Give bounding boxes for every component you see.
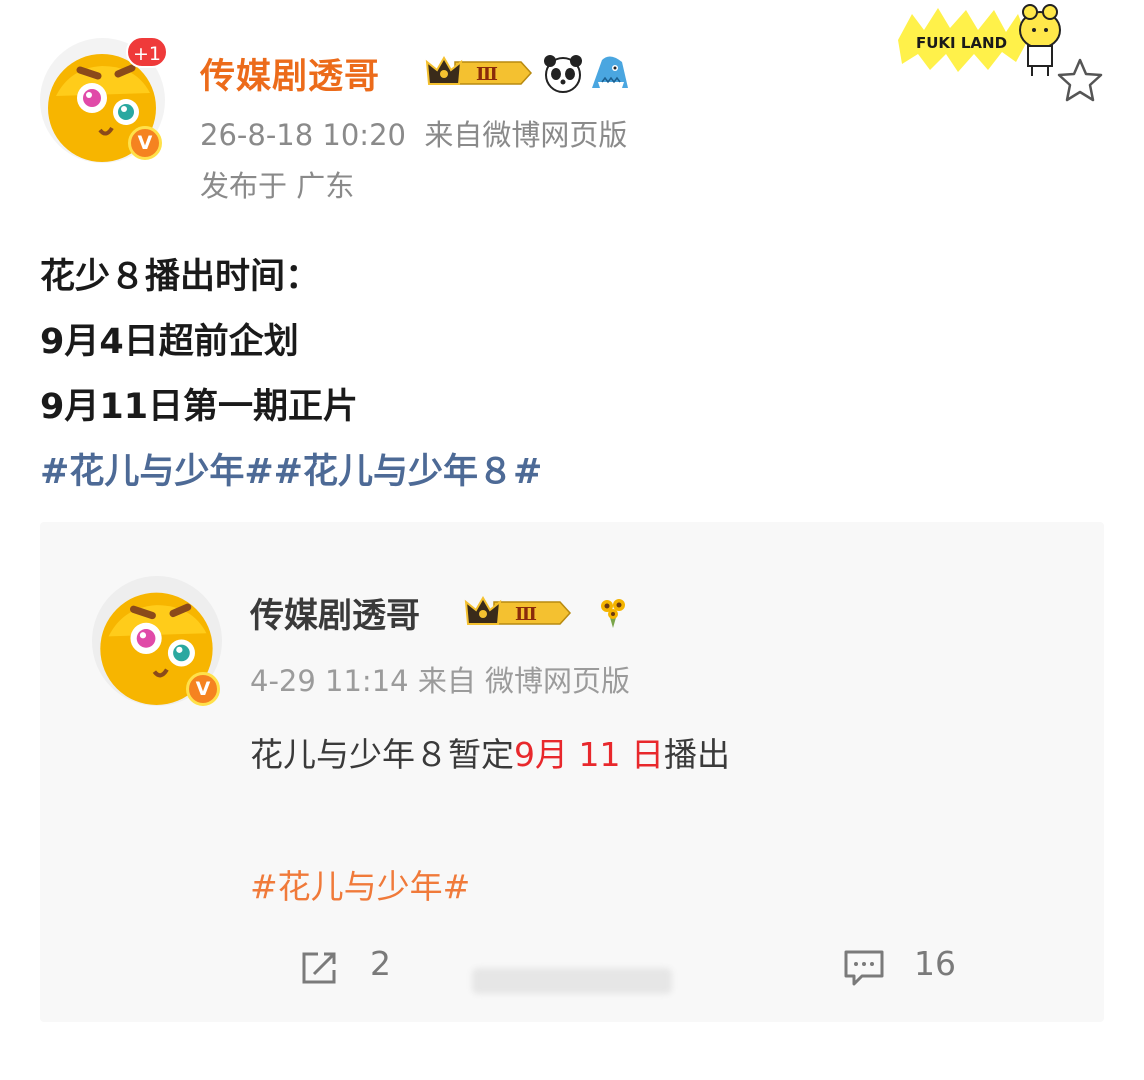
repost-vip-level: Ⅲ (515, 604, 537, 625)
repost-source-text: 来自 微博网页版 (417, 664, 631, 698)
share-count: 2 (370, 944, 391, 983)
comment-icon (844, 950, 884, 986)
repost-text-highlight: 9月 11 日 (514, 735, 664, 774)
comment-button[interactable]: 16 (842, 944, 972, 990)
favorite-star-icon[interactable] (1055, 55, 1105, 105)
panda-icon (542, 52, 584, 94)
post-line-2: 9月4日超前企划 (40, 322, 299, 362)
post-topic-links[interactable]: #花儿与少年##花儿与少年８# (40, 443, 542, 494)
repost-text-after: 播出 (663, 735, 730, 774)
repost-text-before: 花儿与少年８暂定 (250, 735, 514, 774)
comment-count: 16 (914, 944, 956, 983)
vip-crown-badge: Ⅲ (425, 54, 533, 92)
sunflower-bouquet-icon (596, 594, 630, 630)
repost-vip-crown-badge: Ⅲ (464, 594, 572, 632)
post-line-1: 花少８播出时间： (40, 257, 321, 297)
username[interactable]: 传媒剧透哥 (200, 48, 380, 99)
repost-card[interactable]: V 传媒剧透哥 Ⅲ 4-29 11:14 来自 微博网页版 花儿与少年８暂定9月… (40, 522, 1104, 1022)
repost-verified-badge: V (186, 672, 220, 706)
source-text: 来自微博网页版 (424, 118, 628, 152)
blurred-like-area[interactable] (472, 968, 672, 994)
timestamp-text: 26-8-18 10:20 (200, 118, 406, 152)
repost-timestamp: 4-29 11:14 来自 微博网页版 (250, 658, 630, 700)
post-line-3: 9月11日第一期正片 (40, 387, 359, 427)
repost-time-text: 4-29 11:14 (250, 664, 409, 698)
repost-topic-link[interactable]: #花儿与少年# (250, 860, 470, 908)
sticker-text: FUKI LAND (916, 34, 1008, 52)
repost-username[interactable]: 传媒剧透哥 (250, 588, 420, 637)
shark-icon (588, 50, 632, 94)
verified-badge: V (128, 126, 162, 160)
location-text: 发布于 广东 (200, 169, 355, 203)
post-timestamp: 26-8-18 10:20 来自微博网页版 (200, 112, 627, 154)
repost-text: 花儿与少年８暂定9月 11 日播出 (250, 728, 730, 776)
vip-level: Ⅲ (476, 64, 498, 85)
fuki-land-sticker: FUKI LAND (890, 0, 1070, 80)
share-button[interactable]: 2 (298, 944, 418, 990)
share-icon (302, 952, 336, 984)
notification-badge: +1 (126, 36, 168, 68)
